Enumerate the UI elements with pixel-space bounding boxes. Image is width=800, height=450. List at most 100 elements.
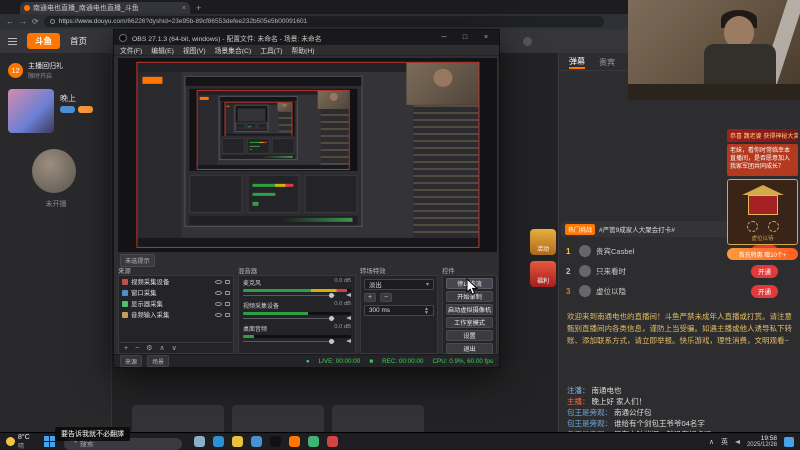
empty-seat-icon[interactable] [767,221,779,232]
address-bar[interactable]: https://www.douyu.com/66226?dyshid=23e95… [43,16,604,27]
tray-chevron-icon[interactable]: ∧ [709,438,714,446]
new-tab-button[interactable]: + [196,3,201,13]
tab-close-icon[interactable]: × [182,5,186,12]
speaker-icon[interactable] [346,316,351,320]
douyu-icon[interactable] [288,436,300,447]
add-transition-button[interactable]: + [364,293,376,302]
lock-icon[interactable] [225,301,230,306]
weather-widget[interactable]: 8°C 晴 [0,434,36,450]
obs-menu-5[interactable]: 帮助(H) [292,45,315,55]
wechat-icon[interactable] [307,436,319,447]
invite-popup[interactable]: 老妹，看你时常临幸本直播间，是否愿意加入我家军团共同成长？ [727,144,798,176]
control-button-4[interactable]: 设置 [446,330,493,341]
task-view-icon[interactable] [193,436,205,447]
volume-slider[interactable] [243,316,351,321]
visibility-eye-icon[interactable] [215,279,222,284]
activity-pendant[interactable]: 活动 [530,229,556,255]
obs-icon[interactable] [269,436,281,447]
remove-transition-button[interactable]: − [380,293,392,302]
back-icon[interactable]: ← [6,17,14,26]
rank-action-button[interactable]: 开通 [751,284,778,298]
rank-action-button[interactable]: 开通 [751,264,778,278]
slider-knob[interactable] [329,293,335,298]
obs-menu-3[interactable]: 场景集合(C) [215,45,252,55]
source-tool-2[interactable]: ⚙ [146,344,152,352]
qq-icon[interactable] [326,436,338,447]
activity-widget[interactable]: 虚位以待 [727,179,798,245]
obs-menu-1[interactable]: 编辑(E) [151,45,174,55]
volume-slider[interactable] [243,339,351,344]
obs-titlebar[interactable]: OBS 27.1.3 (64-bit, windows) - 配置文件: 未命名… [114,30,499,45]
source-row[interactable]: 视频采集设备 [119,276,233,287]
chat-tab-0[interactable]: 弹幕 [569,56,585,69]
obs-preview[interactable] [118,58,497,252]
chrome-icon[interactable] [250,436,262,447]
visibility-eye-icon[interactable] [215,301,222,306]
browser-tab[interactable]: 南通电也直播_南通电也直播_斗鱼 × [20,2,190,14]
explorer-icon[interactable] [231,436,243,447]
control-button-2[interactable]: 启动虚拟摄像机 [446,304,493,315]
notification-icon[interactable] [523,36,532,46]
dock-tab-scenes[interactable]: 场景 [147,355,170,367]
avatar[interactable] [32,149,76,193]
douyu-logo[interactable]: 斗鱼 [27,33,61,49]
slider-knob[interactable] [329,316,335,321]
slider-knob[interactable] [329,339,335,344]
transition-select[interactable]: 淡出 ▾ [364,279,434,290]
forward-icon[interactable]: → [19,17,27,26]
duration-spinner[interactable]: 300 ms ▲ ▼ [364,305,434,316]
mixer-channel-header: 麦克风 0.0 dB [243,278,351,287]
menu-icon[interactable] [8,37,17,45]
close-button[interactable]: × [478,34,494,41]
ime-indicator[interactable]: 英 [721,437,728,447]
promo-banner[interactable]: 12 主播回归礼 限时开启 [8,61,63,80]
visibility-eye-icon[interactable] [215,290,222,295]
clock[interactable]: 19:58 2025/12/28 [747,435,777,449]
message-user[interactable]: 主播： [567,397,590,406]
rank-number: 1 [566,246,571,256]
lock-icon[interactable] [225,279,230,284]
source-row[interactable]: 显示器采集 [119,298,233,309]
speaker-icon[interactable] [346,293,351,297]
maximize-button[interactable]: □ [457,34,473,41]
dock-tab-sources[interactable]: 来源 [120,355,143,367]
obs-window[interactable]: OBS 27.1.3 (64-bit, windows) - 配置文件: 未命名… [113,29,500,368]
reload-icon[interactable]: ⟳ [32,17,39,26]
speaker-icon[interactable] [346,339,351,343]
mini-dock [247,175,300,213]
obs-menu-0[interactable]: 文件(F) [120,45,142,55]
chat-tab-1[interactable]: 贵宾 [599,57,615,68]
source-tool-3[interactable]: ∧ [159,344,164,352]
obs-menu-4[interactable]: 工具(T) [260,45,282,55]
source-tool-4[interactable]: ∨ [172,344,177,352]
lock-icon[interactable] [225,290,230,295]
cpu-fps-status: CPU: 0.9%, 60.00 fps [432,357,493,365]
status-badge: 未开播 [45,201,67,208]
volume-icon[interactable] [734,439,740,444]
empty-seat-icon[interactable] [746,221,758,232]
volume-slider[interactable] [243,293,351,298]
source-tool-0[interactable]: + [124,345,128,352]
source-row[interactable]: 窗口采集 [119,287,233,298]
volume-meter [243,334,351,338]
control-button-5[interactable]: 退出 [446,343,493,354]
start-button[interactable] [43,435,56,448]
source-tool-1[interactable]: − [135,345,139,352]
control-button-3[interactable]: 工作室模式 [446,317,493,328]
recharge-banner[interactable]: 首充特惠 赠10个+ [727,248,798,260]
lock-icon[interactable] [225,312,230,317]
message-user[interactable]: 注潘： [567,386,590,395]
minimize-button[interactable]: ─ [436,34,452,41]
spinner-arrows-icon[interactable]: ▲ ▼ [424,306,429,315]
site-info-icon[interactable] [49,19,55,24]
nav-home[interactable]: 首页 [70,35,87,47]
edge-icon[interactable] [212,436,224,447]
source-row[interactable]: 音频输入采集 [119,309,233,320]
message-user[interactable]: 包王是旁观： [567,419,612,428]
streamer-cover[interactable] [8,89,54,133]
welfare-pendant[interactable]: 福利 [530,261,556,287]
visibility-eye-icon[interactable] [215,312,222,317]
message-user[interactable]: 包王是旁观： [567,408,612,417]
obs-menu-2[interactable]: 视图(V) [183,45,206,55]
notification-center-icon[interactable] [784,436,794,447]
